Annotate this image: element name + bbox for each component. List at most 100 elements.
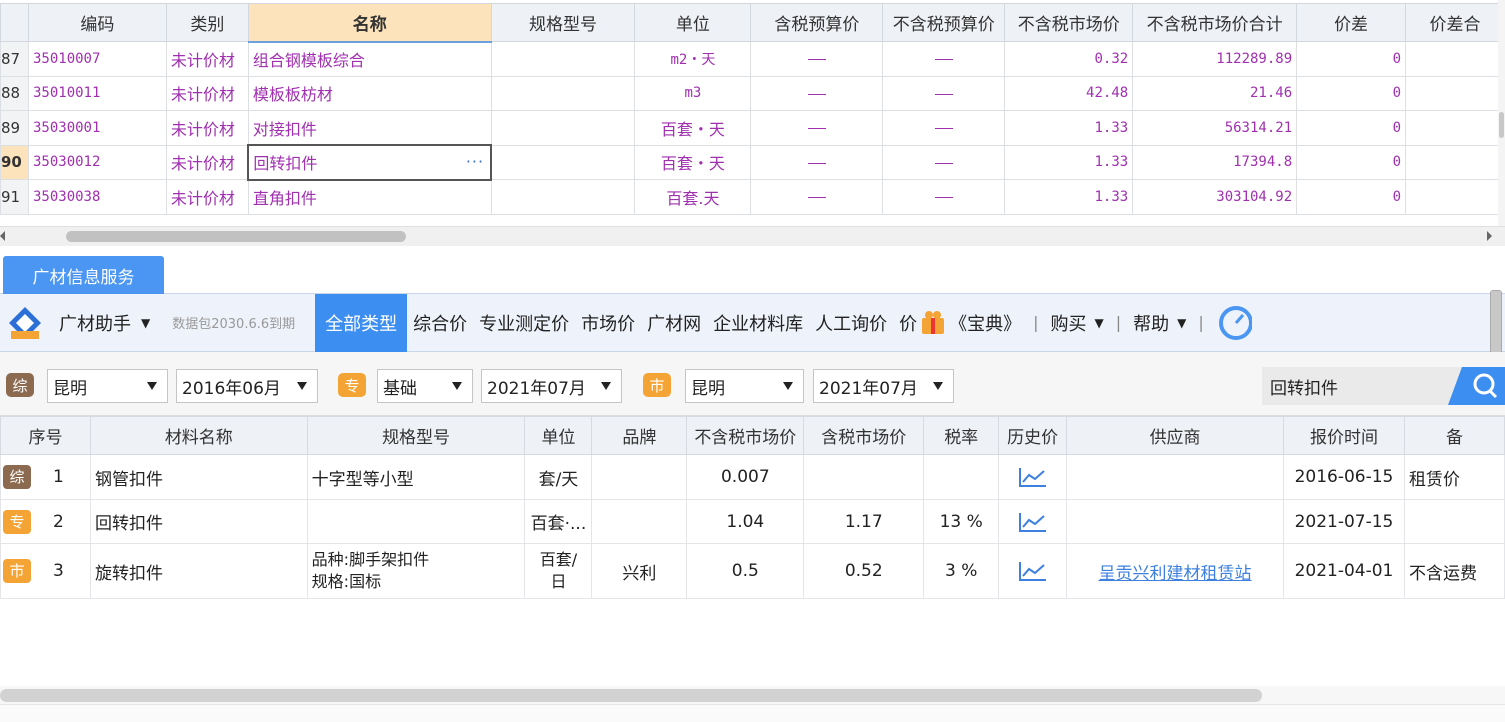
cell-market-total[interactable]: 56314.21 (1132, 110, 1298, 146)
cell-unit[interactable]: 百套.天 (634, 179, 752, 215)
cell-diff-total[interactable] (1405, 144, 1505, 180)
cell-unit[interactable]: 百套・天 (634, 144, 752, 180)
col-supplier[interactable]: 供应商 (1066, 416, 1284, 455)
speedometer-icon[interactable] (1216, 303, 1253, 343)
col-market-total[interactable]: 不含税市场价合计 (1132, 3, 1298, 42)
composite-date-select[interactable]: 2016年06月 (176, 369, 318, 403)
trend-chart-icon[interactable] (1018, 466, 1048, 488)
cell-diff[interactable]: 0 (1296, 179, 1406, 215)
cell-spec[interactable] (490, 179, 636, 215)
scroll-left-icon[interactable] (0, 231, 5, 241)
cell-code[interactable]: 35030038 (27, 179, 167, 215)
cell-diff[interactable]: 0 (1296, 110, 1406, 146)
table-row[interactable]: 91 35030038 未计价材 直角扣件 百套.天 1.33 303104.9… (0, 179, 1505, 215)
tab-market-price[interactable]: 市场价 (575, 294, 641, 352)
cell-market-total[interactable]: 17394.8 (1132, 144, 1298, 180)
supplier-link[interactable]: 呈贡兴利建材租赁站 (1099, 564, 1252, 584)
cell-market-notax[interactable]: 42.48 (1004, 75, 1134, 111)
row-number[interactable]: 91 (0, 179, 29, 215)
cell-spec[interactable] (306, 499, 526, 544)
cell-material-name[interactable]: 旋转扣件 (89, 543, 308, 599)
cell-market-notax[interactable]: 1.33 (1004, 144, 1134, 180)
cell-unit[interactable]: 套/天 (524, 454, 593, 500)
help-menu[interactable]: 帮助 ▼ (1127, 294, 1192, 352)
cell-budget-notax[interactable] (882, 110, 1006, 146)
result-row[interactable]: 综1 钢管扣件 十字型等小型 套/天 0.007 2016-06-15 租赁价 (0, 454, 1505, 500)
cell-price-notax[interactable]: 0.5 (686, 543, 805, 599)
cell-supplier[interactable] (1066, 499, 1284, 544)
cell-unit[interactable]: 百套・天 (634, 110, 752, 146)
tab-labor-inquiry[interactable]: 人工询价 (809, 294, 893, 352)
tab-enterprise-library[interactable]: 企业材料库 (707, 294, 809, 352)
col-code[interactable]: 编码 (27, 3, 167, 42)
cell-code[interactable]: 35030012 (27, 144, 167, 180)
col-material-name[interactable]: 材料名称 (89, 416, 308, 455)
cell-history[interactable] (998, 454, 1068, 500)
row-number[interactable]: 90 (0, 144, 29, 180)
cell-budget-notax[interactable] (882, 144, 1006, 180)
cell-quote-date[interactable]: 2021-07-15 (1283, 499, 1405, 544)
tab-composite-price[interactable]: 综合价 (407, 294, 473, 352)
cell-seq[interactable]: 综1 (0, 454, 91, 500)
scrollbar-thumb[interactable] (66, 231, 406, 242)
cell-unit[interactable]: 百套·... (524, 499, 593, 544)
cell-market-notax[interactable]: 1.33 (1004, 179, 1134, 215)
cell-budget-tax[interactable] (750, 41, 884, 77)
cell-diff-total[interactable] (1405, 41, 1505, 77)
row-number[interactable]: 88 (0, 75, 29, 111)
cell-market-notax[interactable]: 0.32 (1004, 41, 1134, 77)
cell-category[interactable]: 未计价材 (165, 41, 249, 77)
trend-chart-icon[interactable] (1018, 560, 1048, 582)
cell-budget-tax[interactable] (750, 144, 884, 180)
tab-material-info-service[interactable]: 广材信息服务 (3, 256, 164, 294)
cell-spec[interactable]: 品种:脚手架扣件 规格:国标 (306, 543, 526, 599)
scrollbar-thumb[interactable] (0, 689, 1262, 702)
cell-note[interactable] (1403, 499, 1505, 544)
col-seq[interactable]: 序号 (0, 416, 91, 455)
cell-budget-notax[interactable] (882, 41, 1006, 77)
cell-code[interactable]: 35010011 (27, 75, 167, 111)
cell-spec[interactable] (490, 110, 636, 146)
market-date-select[interactable]: 2021年07月 (813, 369, 954, 403)
tab-price-book[interactable]: 价 《宝典》 (893, 294, 1027, 352)
cell-note[interactable]: 租赁价 (1403, 454, 1505, 500)
composite-city-select[interactable]: 昆明 (47, 369, 168, 403)
col-budget-tax[interactable]: 含税预算价 (750, 3, 884, 42)
table-row[interactable]: 89 35030001 未计价材 对接扣件 百套・天 1.33 56314.21… (0, 110, 1505, 146)
col-rownum[interactable] (0, 3, 29, 42)
col-name[interactable]: 名称 (247, 3, 492, 43)
cell-code[interactable]: 35030001 (27, 110, 167, 146)
cell-note[interactable]: 不含运费 (1403, 543, 1505, 599)
cell-supplier[interactable] (1066, 454, 1284, 500)
row-number[interactable]: 89 (0, 110, 29, 146)
cell-material-name[interactable]: 钢管扣件 (89, 454, 308, 500)
col-diff[interactable]: 价差 (1296, 3, 1406, 42)
col-budget-notax[interactable]: 不含税预算价 (882, 3, 1006, 42)
cell-unit[interactable]: m3 (634, 75, 752, 111)
assistant-menu[interactable]: 广材助手 ▼ (59, 310, 150, 336)
cell-market-notax[interactable]: 1.33 (1004, 110, 1134, 146)
cell-price-tax[interactable] (803, 454, 925, 500)
result-row[interactable]: 市3 旋转扣件 品种:脚手架扣件 规格:国标 百套/日 兴利 0.5 0.52 3… (0, 543, 1505, 599)
cell-brand[interactable]: 兴利 (591, 543, 688, 599)
cell-budget-tax[interactable] (750, 179, 884, 215)
cell-category[interactable]: 未计价材 (165, 179, 249, 215)
col-price-tax[interactable]: 含税市场价 (803, 416, 925, 455)
cell-quote-date[interactable]: 2016-06-15 (1283, 454, 1405, 500)
tab-professional-price[interactable]: 专业测定价 (473, 294, 575, 352)
scrollbar-thumb[interactable] (1499, 112, 1504, 138)
col-unit[interactable]: 单位 (524, 416, 593, 455)
cell-quote-date[interactable]: 2021-04-01 (1283, 543, 1405, 599)
ellipsis-button[interactable]: ··· (466, 152, 484, 171)
col-note[interactable]: 备 (1403, 416, 1505, 455)
col-spec[interactable]: 规格型号 (490, 3, 636, 42)
cell-name[interactable]: 直角扣件 (247, 179, 492, 215)
col-quote-date[interactable]: 报价时间 (1283, 416, 1405, 455)
cell-name[interactable]: 对接扣件 (247, 110, 492, 146)
cell-spec[interactable] (490, 75, 636, 111)
col-brand[interactable]: 品牌 (591, 416, 688, 455)
cell-diff[interactable]: 0 (1296, 144, 1406, 180)
cell-name[interactable]: 组合钢模板综合 (247, 41, 492, 77)
cell-seq[interactable]: 市3 (0, 543, 91, 599)
cell-price-tax[interactable]: 0.52 (803, 543, 925, 599)
